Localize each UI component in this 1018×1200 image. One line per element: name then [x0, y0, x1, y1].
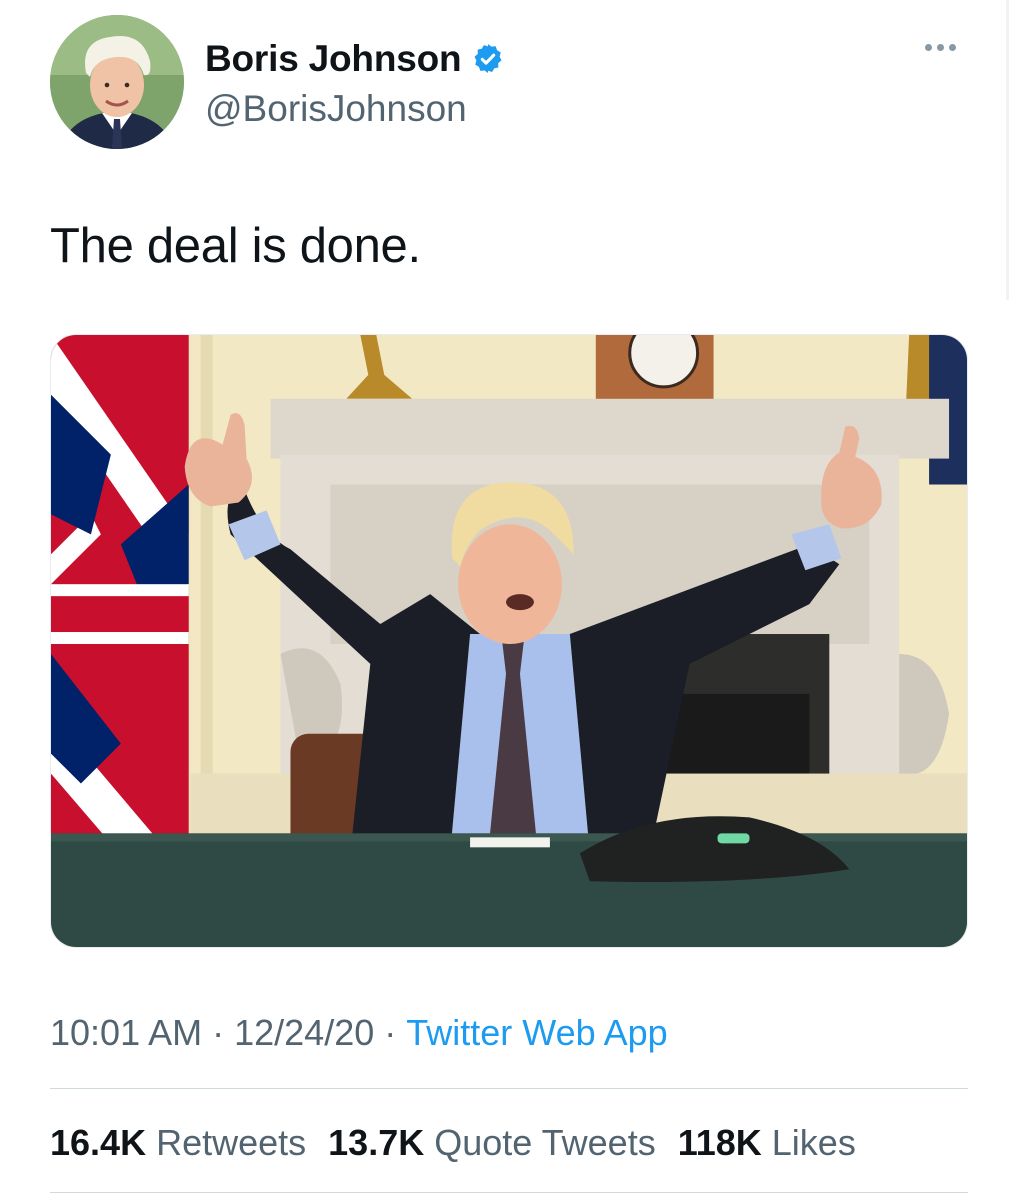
quote-tweets-count: 13.7K — [328, 1122, 425, 1163]
retweets-label: Retweets — [156, 1122, 307, 1163]
photo-scene — [51, 335, 967, 947]
verified-badge-icon — [471, 42, 505, 76]
tweet-time[interactable]: 10:01 AM — [50, 1012, 202, 1053]
meta-separator: · — [384, 1012, 397, 1053]
tweet-photo[interactable] — [50, 334, 968, 948]
author-avatar[interactable] — [50, 15, 184, 149]
likes-count: 118K — [677, 1122, 762, 1163]
ellipsis-dot — [949, 44, 956, 51]
profile-photo — [50, 15, 184, 149]
quote-tweets-stat[interactable]: 13.7K Quote Tweets — [328, 1122, 656, 1164]
likes-stat[interactable]: 118K Likes — [678, 1122, 856, 1164]
tweet-detail: Boris Johnson @BorisJohnson The deal is … — [0, 0, 1018, 1200]
tweet-date[interactable]: 12/24/20 — [234, 1012, 374, 1053]
meta-separator: · — [212, 1012, 225, 1053]
tweet-stats: 16.4K Retweets 13.7K Quote Tweets 118K L… — [50, 1122, 856, 1164]
scrollbar-track[interactable] — [1006, 0, 1009, 300]
ellipsis-dot — [937, 44, 944, 51]
divider — [50, 1192, 968, 1193]
tweet-text: The deal is done. — [50, 219, 421, 273]
tweet-meta: 10:01 AM · 12/24/20 · Twitter Web App — [50, 1012, 668, 1054]
author-name-row[interactable]: Boris Johnson — [205, 38, 505, 80]
likes-label: Likes — [771, 1122, 856, 1163]
author-display-name[interactable]: Boris Johnson — [205, 38, 462, 80]
retweets-count: 16.4K — [50, 1122, 147, 1163]
quote-tweets-label: Quote Tweets — [434, 1122, 656, 1163]
divider — [50, 1088, 968, 1089]
ellipsis-dot — [925, 44, 932, 51]
tweet-source-link[interactable]: Twitter Web App — [406, 1012, 667, 1053]
ellipsis-icon[interactable] — [925, 44, 956, 51]
retweets-stat[interactable]: 16.4K Retweets — [50, 1122, 306, 1164]
author-handle[interactable]: @BorisJohnson — [205, 88, 467, 130]
